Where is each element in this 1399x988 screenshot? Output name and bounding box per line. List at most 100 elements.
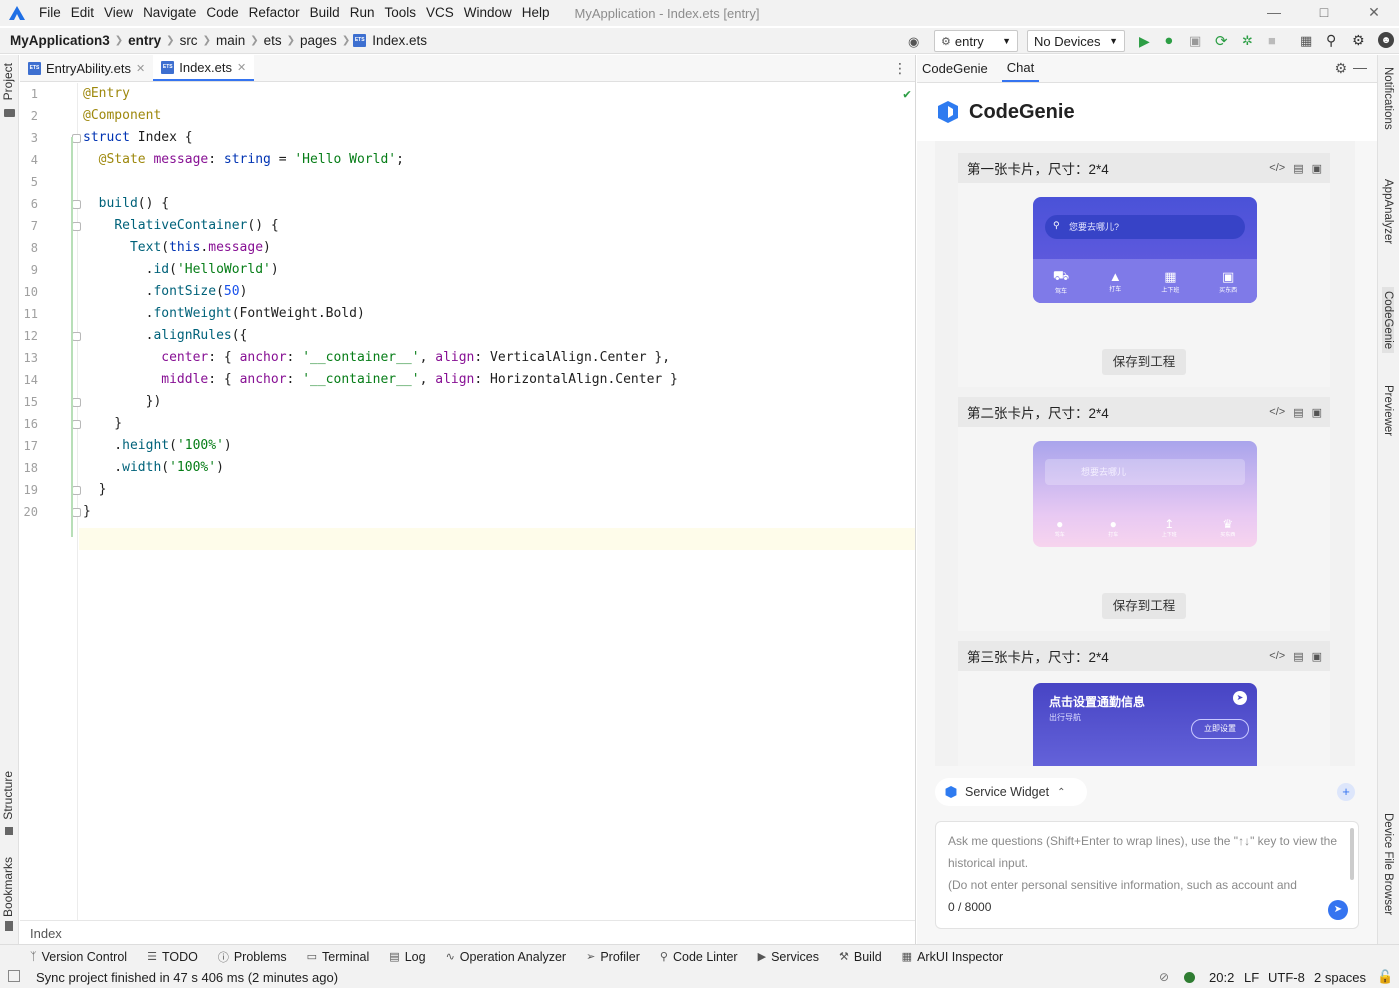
menu-navigate[interactable]: Navigate <box>138 0 201 26</box>
code-line: middle: { anchor: '__container__', align… <box>161 372 678 387</box>
file-encoding[interactable]: UTF-8 <box>1268 970 1305 985</box>
code-line: @Component <box>83 108 162 123</box>
menu-help[interactable]: Help <box>517 0 555 26</box>
problems-tool[interactable]: ⓘ Problems <box>218 949 287 965</box>
codegenie-logo-icon <box>937 100 959 124</box>
services-tool[interactable]: ▶ Services <box>758 950 819 964</box>
line-number: 16 <box>23 417 38 431</box>
menu-vcs[interactable]: VCS <box>421 0 459 26</box>
attach-debugger-icon[interactable]: ▣ <box>1189 33 1201 49</box>
panel-tabs: CodeGenie Chat ⚙ — <box>917 55 1377 83</box>
code-area[interactable]: ✔ @Entry @Component struct Index { @State … <box>71 83 915 920</box>
arkui-inspector-tool[interactable]: ▦ ArkUI Inspector <box>902 950 1004 964</box>
copy-icon[interactable]: ▤ <box>1293 406 1303 419</box>
preview-icon[interactable]: ▣ <box>1312 162 1322 175</box>
menu-refactor[interactable]: Refactor <box>244 0 305 26</box>
bookmarks-tab[interactable]: Bookmarks <box>1 857 15 917</box>
menu-edit[interactable]: Edit <box>66 0 99 26</box>
menu-window[interactable]: Window <box>459 0 517 26</box>
code-icon[interactable]: </> <box>1269 650 1285 663</box>
preview-icon[interactable]: ▣ <box>1312 650 1322 663</box>
send-icon[interactable]: ➤ <box>1328 900 1348 920</box>
stop-icon[interactable]: ■ <box>1268 33 1276 48</box>
copy-icon[interactable]: ▤ <box>1293 650 1303 663</box>
copy-icon[interactable]: ▤ <box>1293 162 1303 175</box>
card-title: 第一张卡片，尺寸：2*4 <box>967 162 1109 177</box>
debug-icon[interactable]: ⚫ <box>1163 33 1175 50</box>
menu-build[interactable]: Build <box>305 0 345 26</box>
menu-view[interactable]: View <box>99 0 138 26</box>
device-select[interactable]: No Devices ▼ <box>1027 30 1125 52</box>
version-control-tool[interactable]: ᛉ Version Control <box>30 950 127 964</box>
project-tab[interactable]: Project <box>1 63 15 100</box>
tab-codegenie[interactable]: CodeGenie <box>917 55 993 82</box>
target-icon[interactable]: ◉ <box>908 34 919 50</box>
save-to-project-button[interactable]: 保存到工程 <box>1102 349 1186 375</box>
close-tab-icon[interactable]: ✕ <box>237 61 246 74</box>
menu-code[interactable]: Code <box>201 0 243 26</box>
close-window-icon[interactable]: ✕ <box>1349 0 1399 26</box>
breadcrumb-ets[interactable]: ets <box>262 33 284 48</box>
todo-tool[interactable]: ☰ TODO <box>147 950 198 964</box>
run-icon[interactable]: ▶ <box>1139 33 1150 50</box>
no-inspect-icon[interactable]: ⊘ <box>1159 970 1169 984</box>
settings-icon[interactable]: ⚙ <box>1352 32 1365 49</box>
line-separator[interactable]: LF <box>1244 970 1259 985</box>
operation-analyzer-tool[interactable]: ∿ Operation Analyzer <box>446 950 567 964</box>
notifications-tab[interactable]: Notifications <box>1382 67 1394 130</box>
breadcrumb-pages[interactable]: pages <box>298 33 339 48</box>
save-to-project-button[interactable]: 保存到工程 <box>1102 593 1186 619</box>
terminal-tool[interactable]: ▭ Terminal <box>307 950 370 964</box>
chat-messages[interactable]: 第一张卡片，尺寸：2*4 </> ▤ ▣ 您要去哪儿? ⚲ ⛟ 驾车 ▲ 打车 ▦ 上下班… <box>935 141 1355 766</box>
account-avatar-icon[interactable]: ☻ <box>1378 32 1394 48</box>
lock-icon[interactable]: 🔓 <box>1377 969 1393 985</box>
preview-icon[interactable]: ▣ <box>1312 406 1322 419</box>
indent-setting[interactable]: 2 spaces <box>1314 970 1366 985</box>
scrollbar[interactable] <box>1350 828 1354 880</box>
breadcrumb-project[interactable]: MyApplication3 <box>8 33 112 48</box>
menu-run[interactable]: Run <box>345 0 380 26</box>
card-title: 第三张卡片，尺寸：2*4 <box>967 650 1109 665</box>
maximize-icon[interactable]: □ <box>1299 0 1349 26</box>
tab-index[interactable]: ETS Index.ets ✕ <box>153 55 255 81</box>
hide-panel-icon[interactable]: — <box>1353 59 1367 75</box>
status-indicator-icon[interactable] <box>1184 972 1195 983</box>
device-file-browser-tab[interactable]: Device File Browser <box>1382 813 1394 915</box>
profile-icon[interactable]: ✲ <box>1242 33 1253 49</box>
log-tool[interactable]: ▤ Log <box>389 950 425 964</box>
reload-icon[interactable]: ⟳ <box>1215 32 1228 50</box>
minimize-icon[interactable]: — <box>1249 0 1299 26</box>
tab-entryability[interactable]: ETS EntryAbility.ets ✕ <box>20 55 153 81</box>
panel-toggle-icon[interactable] <box>8 970 20 982</box>
module-select[interactable]: ⚙ entry ▼ <box>934 30 1018 52</box>
breadcrumb-module[interactable]: entry <box>126 33 163 48</box>
code-line: } <box>83 482 107 497</box>
widget-subtitle: 出行导航 <box>1049 713 1081 722</box>
appanalyzer-tab[interactable]: AppAnalyzer <box>1382 179 1394 244</box>
codegenie-tab[interactable]: CodeGenie <box>1382 287 1394 354</box>
widget-drive-item: ⛟ 驾车 <box>1052 267 1070 295</box>
structure-tab[interactable]: Structure <box>1 771 15 820</box>
menu-file[interactable]: File <box>34 0 66 26</box>
breadcrumb-file[interactable]: Index.ets <box>370 33 429 48</box>
code-linter-tool[interactable]: ⚲ Code Linter <box>660 950 738 964</box>
panel-settings-icon[interactable]: ⚙ <box>1334 60 1347 77</box>
caret-position[interactable]: 20:2 <box>1209 970 1234 985</box>
code-icon[interactable]: </> <box>1269 162 1285 175</box>
search-icon[interactable]: ⚲ <box>1326 32 1336 49</box>
code-icon[interactable]: </> <box>1269 406 1285 419</box>
close-tab-icon[interactable]: ✕ <box>136 62 145 75</box>
profiler-tool[interactable]: ➢ Profiler <box>586 950 640 964</box>
more-options-icon[interactable]: ⋮ <box>893 60 907 77</box>
project-structure-icon[interactable]: ▦ <box>1300 33 1312 49</box>
tab-chat[interactable]: Chat <box>1001 55 1040 82</box>
menu-tools[interactable]: Tools <box>379 0 421 26</box>
breadcrumb-main[interactable]: main <box>214 33 247 48</box>
status-message[interactable]: Sync project finished in 47 s 406 ms (2 … <box>36 970 338 985</box>
chat-input[interactable]: Ask me questions (Shift+Enter to wrap li… <box>935 821 1359 929</box>
previewer-tab[interactable]: Previewer <box>1382 385 1394 436</box>
service-widget-chip[interactable]: Service Widget ⌃ <box>935 778 1087 806</box>
breadcrumb-src[interactable]: src <box>178 33 200 48</box>
build-tool[interactable]: ⚒ Build <box>839 950 882 964</box>
new-chat-icon[interactable]: + <box>1337 783 1355 801</box>
